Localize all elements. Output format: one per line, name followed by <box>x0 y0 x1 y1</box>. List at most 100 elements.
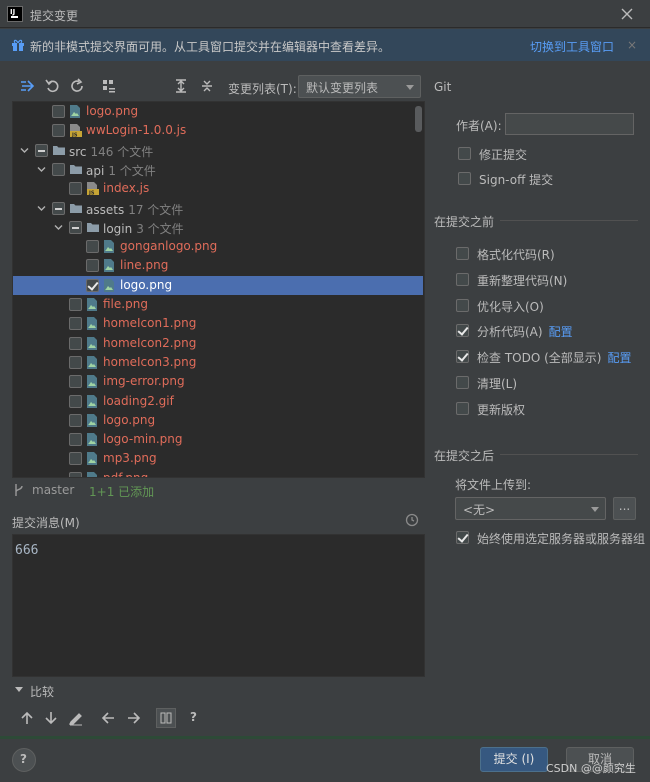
file-name: wwLogin-1.0.0.js <box>86 123 187 138</box>
file-checkbox[interactable] <box>52 201 65 215</box>
file-checkbox[interactable] <box>69 182 82 196</box>
edit-icon[interactable] <box>68 710 84 726</box>
tree-row[interactable]: assets 17 个文件 <box>13 199 423 218</box>
upload-more-button[interactable]: ... <box>613 497 636 520</box>
arrow-left-icon[interactable] <box>100 710 116 726</box>
tree-row[interactable]: mp3.png <box>13 449 423 468</box>
upload-server-select[interactable]: <无> <box>455 497 606 520</box>
checkbox[interactable] <box>456 247 469 260</box>
checkbox[interactable] <box>458 172 471 185</box>
file-checkbox[interactable] <box>69 375 82 389</box>
tree-row[interactable]: JS index.js <box>13 179 423 198</box>
file-checkbox[interactable] <box>86 259 99 273</box>
arrow-up-icon[interactable] <box>19 710 35 726</box>
tree-row[interactable]: logo-min.png <box>13 430 423 449</box>
help-question-icon[interactable]: ? <box>190 710 206 726</box>
bottom-divider <box>0 736 650 739</box>
tree-row[interactable]: loading2.gif <box>13 392 423 411</box>
tree-row[interactable]: api 1 个文件 <box>13 160 423 179</box>
file-checkbox[interactable] <box>52 105 65 118</box>
file-checkbox[interactable] <box>86 278 99 292</box>
checkbox[interactable] <box>456 350 469 364</box>
tree-row[interactable]: pdf.png <box>13 469 423 477</box>
tree-row-label: line.png <box>120 258 168 272</box>
chevron-down-icon[interactable] <box>20 146 29 155</box>
checkbox[interactable] <box>456 298 469 312</box>
file-name: index.js <box>103 181 150 196</box>
close-icon[interactable] <box>618 5 636 23</box>
tree-row[interactable]: login 3 个文件 <box>13 218 423 237</box>
file-checkbox[interactable] <box>69 394 82 408</box>
file-name: src <box>69 144 87 159</box>
file-checkbox[interactable] <box>69 220 82 234</box>
tree-scrollbar[interactable] <box>415 106 422 132</box>
checkbox[interactable] <box>456 401 469 415</box>
author-input[interactable] <box>505 113 634 135</box>
tree-row[interactable]: logo.png <box>13 275 423 295</box>
switch-to-toolwindow-link[interactable]: 切换到工具窗口 <box>530 38 614 55</box>
file-count: 1 个文件 <box>108 163 156 178</box>
file-checkbox[interactable] <box>69 355 82 369</box>
file-checkbox[interactable] <box>69 298 82 311</box>
commit-button[interactable]: 提交 (I) <box>480 747 548 772</box>
chevron-down-icon[interactable] <box>54 223 63 232</box>
clock-icon[interactable] <box>405 513 419 527</box>
collapse-all-icon[interactable] <box>199 78 215 94</box>
file-checkbox[interactable] <box>69 336 82 350</box>
tree-row[interactable]: JS wwLogin-1.0.0.js <box>13 121 423 140</box>
tree-row[interactable]: line.png <box>13 256 423 275</box>
chevron-down-icon[interactable] <box>37 204 46 213</box>
folder-icon <box>69 162 83 177</box>
checkbox[interactable] <box>456 272 469 286</box>
tree-row[interactable]: homeIcon1.png <box>13 314 423 333</box>
file-name: logo.png <box>86 104 139 118</box>
checkbox[interactable] <box>456 531 469 544</box>
rollback-icon[interactable] <box>44 78 60 94</box>
changes-tree[interactable]: logo.png JS wwLogin-1.0.0.js src 146 个文件 api 1… <box>12 101 425 478</box>
checkbox[interactable] <box>456 324 469 338</box>
arrow-down-icon[interactable] <box>43 710 59 726</box>
commit-message-text: 666 <box>15 543 39 558</box>
chevron-down-icon[interactable] <box>37 165 46 174</box>
tree-row[interactable]: homeIcon3.png <box>13 353 423 372</box>
tree-row-label: pdf.png <box>103 471 148 477</box>
tree-row[interactable]: gonganlogo.png <box>13 237 423 256</box>
file-checkbox[interactable] <box>52 124 65 138</box>
checkbox[interactable] <box>458 147 471 160</box>
folder-icon <box>86 220 100 235</box>
tree-row[interactable]: logo.png <box>13 411 423 430</box>
file-checkbox[interactable] <box>69 433 82 447</box>
file-name: mp3.png <box>103 451 157 466</box>
file-checkbox[interactable] <box>69 471 82 477</box>
checkbox[interactable] <box>456 376 469 389</box>
banner-close-icon[interactable]: × <box>627 38 637 52</box>
expand-all-icon[interactable] <box>173 78 189 94</box>
tree-row-label: logo.png <box>120 278 172 292</box>
configure-link[interactable]: 配置 <box>607 351 631 365</box>
show-diff-icon[interactable] <box>19 78 35 94</box>
tree-row[interactable]: homeIcon2.png <box>13 334 423 353</box>
file-checkbox[interactable] <box>52 162 65 176</box>
file-name: gonganlogo.png <box>120 239 218 254</box>
refresh-icon[interactable] <box>69 78 85 94</box>
compare-toggle-icon[interactable] <box>14 684 24 694</box>
file-checkbox[interactable] <box>69 452 82 466</box>
arrow-right-icon[interactable] <box>126 710 142 726</box>
side-by-side-icon[interactable] <box>156 708 176 728</box>
image-file-icon <box>86 471 100 477</box>
file-checkbox[interactable] <box>69 317 82 331</box>
commit-message-textarea[interactable]: 666 <box>12 534 425 677</box>
configure-link[interactable]: 配置 <box>549 325 573 339</box>
file-checkbox[interactable] <box>35 143 48 157</box>
tree-row-label: logo-min.png <box>103 432 182 446</box>
tree-row[interactable]: img-error.png <box>13 372 423 391</box>
file-checkbox[interactable] <box>69 413 82 427</box>
tree-row[interactable]: file.png <box>13 295 423 314</box>
group-by-icon[interactable] <box>101 78 117 94</box>
tree-row[interactable]: logo.png <box>13 102 423 121</box>
tree-row[interactable]: src 146 个文件 <box>13 141 423 160</box>
changelist-select[interactable]: 默认变更列表 <box>298 75 421 98</box>
file-checkbox[interactable] <box>86 240 99 254</box>
help-button[interactable]: ? <box>12 748 36 772</box>
banner-message: 新的非模式提交界面可用。从工具窗口提交并在编辑器中查看差异。 <box>30 40 391 54</box>
